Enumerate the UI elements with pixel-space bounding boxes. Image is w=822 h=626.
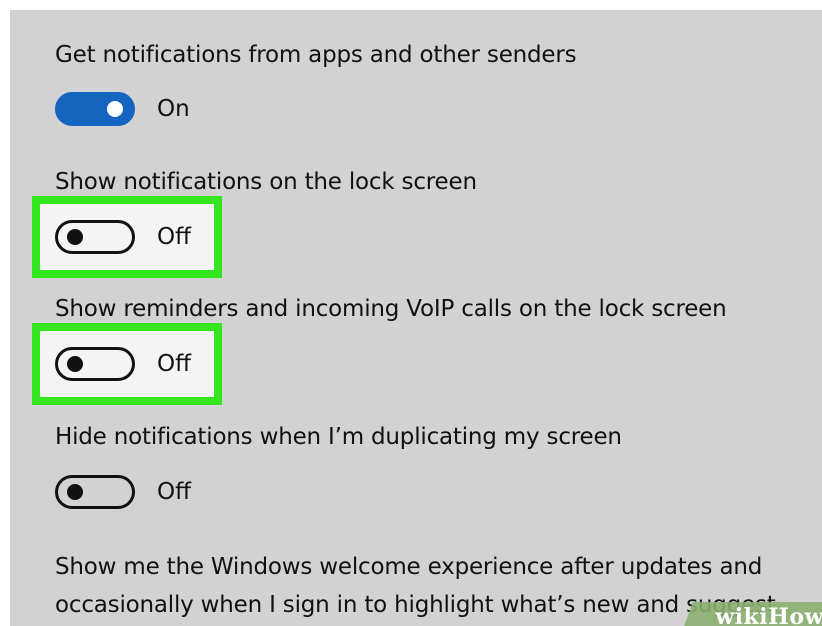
setting-label-lock-screen-notifications: Show notifications on the lock screen [55, 169, 477, 195]
toggle-knob [107, 101, 123, 117]
welcome-text-line-1: Show me the Windows welcome experience a… [55, 554, 763, 580]
toggle-state-hide-when-duplicating: Off [157, 479, 191, 505]
toggle-lock-screen-notifications[interactable] [55, 220, 135, 254]
toggle-state-app-notifications: On [157, 96, 190, 122]
notification-settings-panel: Get notifications from apps and other se… [10, 10, 822, 626]
toggle-state-reminders-voip: Off [157, 351, 191, 377]
toggle-reminders-voip[interactable] [55, 347, 135, 381]
setting-label-app-notifications: Get notifications from apps and other se… [55, 42, 577, 68]
wikihow-watermark: wikiHow [682, 592, 822, 626]
setting-label-reminders-voip: Show reminders and incoming VoIP calls o… [55, 296, 727, 322]
toggle-app-notifications[interactable] [55, 92, 135, 126]
watermark-text: wikiHow [715, 604, 822, 626]
toggle-hide-when-duplicating[interactable] [55, 475, 135, 509]
toggle-knob [67, 356, 83, 372]
toggle-knob [67, 229, 83, 245]
toggle-state-lock-screen-notifications: Off [157, 224, 191, 250]
setting-label-hide-when-duplicating: Hide notifications when I’m duplicating … [55, 424, 622, 450]
toggle-knob [67, 484, 83, 500]
